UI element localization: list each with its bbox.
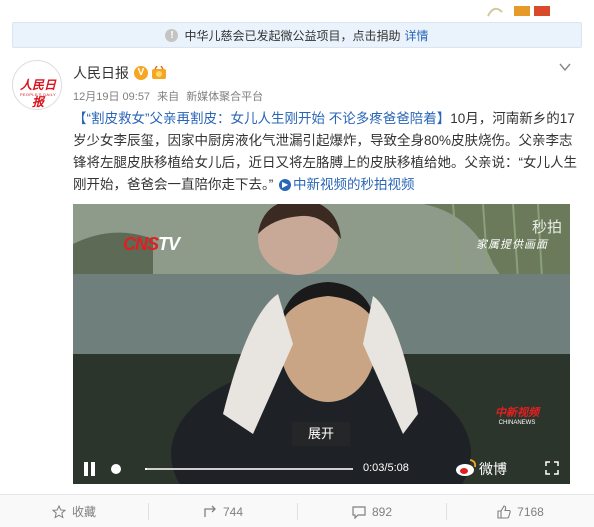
pause-icon[interactable] (83, 462, 97, 476)
weibo-brand-text: 微博 (479, 461, 507, 477)
author-row: 人民日报 V (73, 64, 167, 82)
action-bar: 收藏 744 892 7168 (0, 494, 594, 527)
like-count: 7168 (517, 504, 544, 519)
weibo-logo-icon (456, 459, 477, 476)
tv-logo-text: TV (158, 234, 180, 254)
author-name[interactable]: 人民日报 (73, 63, 129, 83)
duration: 5:08 (387, 462, 409, 474)
thumbs-up-icon (497, 504, 511, 519)
charity-notice-bar[interactable]: ! 中华儿慈会已发起微公益项目，点击捐助 详情 (12, 22, 582, 48)
time-display: 0:03/5:08 (363, 462, 409, 474)
cnstv-logo: CNSTV (123, 234, 180, 255)
post-hashtag[interactable]: 【“割皮救女”父亲再割皮：女儿人生刚开始 不论多疼爸爸陪着】 (73, 111, 450, 126)
repost-icon (204, 505, 216, 517)
footage-credit: 家属提供画面 (476, 238, 548, 251)
banner-decoration (487, 6, 550, 17)
chinanews-logo-en: CHINANEWS (498, 420, 536, 426)
expand-button[interactable]: 展开 (292, 422, 350, 446)
video-player[interactable]: CNSTV 秒拍 家属提供画面 中新视频 CHINANEWS 展开 0:03/5… (73, 204, 570, 484)
avatar[interactable]: 人民日报 PEOPLE'S DAILY (12, 60, 62, 110)
post-source[interactable]: 新媒体聚合平台 (186, 91, 263, 103)
avatar-logo-subtext: PEOPLE'S DAILY (19, 92, 56, 97)
favorite-label: 收藏 (71, 505, 96, 519)
repost-count: 744 (222, 504, 244, 519)
star-icon (51, 504, 66, 519)
chinanews-logo-cn: 中新视频 (495, 406, 539, 419)
volume-knob[interactable] (111, 464, 121, 474)
verified-v-icon: V (134, 66, 148, 80)
post-text: 【“割皮救女”父亲再割皮：女儿人生刚开始 不论多疼爸爸陪着】10月，河南新乡的1… (73, 108, 577, 196)
video-controls: 0:03/5:08 微博 (73, 452, 570, 484)
comment-icon (352, 505, 366, 519)
notice-details-link[interactable]: 详情 (405, 27, 429, 44)
comment-count: 892 (371, 504, 393, 519)
chevron-down-icon[interactable] (558, 60, 572, 74)
progress-bar[interactable] (145, 468, 353, 470)
miaopai-watermark: 秒拍 (531, 219, 562, 236)
video-link-icon: ▶ (279, 179, 292, 192)
post-date[interactable]: 12月19日 09:57 (73, 91, 150, 103)
repost-button[interactable]: 744 (149, 495, 297, 527)
current-time: 0:03 (363, 462, 385, 474)
chinanews-logo: 中新视频 CHINANEWS (492, 404, 542, 426)
like-button[interactable]: 7168 (447, 495, 594, 527)
fullscreen-icon[interactable] (545, 461, 559, 475)
top-strip (0, 0, 594, 22)
from-label: 来自 (157, 91, 180, 103)
medal-icon[interactable] (151, 66, 167, 80)
cns-logo-text: CNS (123, 234, 159, 254)
comment-button[interactable]: 892 (298, 495, 446, 527)
favorite-button[interactable]: 收藏 (0, 495, 148, 527)
info-icon: ! (165, 28, 179, 42)
video-source-link[interactable]: 中新视频的秒拍视频 (293, 177, 415, 192)
notice-text: 中华儿慈会已发起微公益项目，点击捐助 (184, 28, 401, 43)
post-meta: 12月19日 09:57 来自 新媒体聚合平台 (73, 88, 267, 104)
